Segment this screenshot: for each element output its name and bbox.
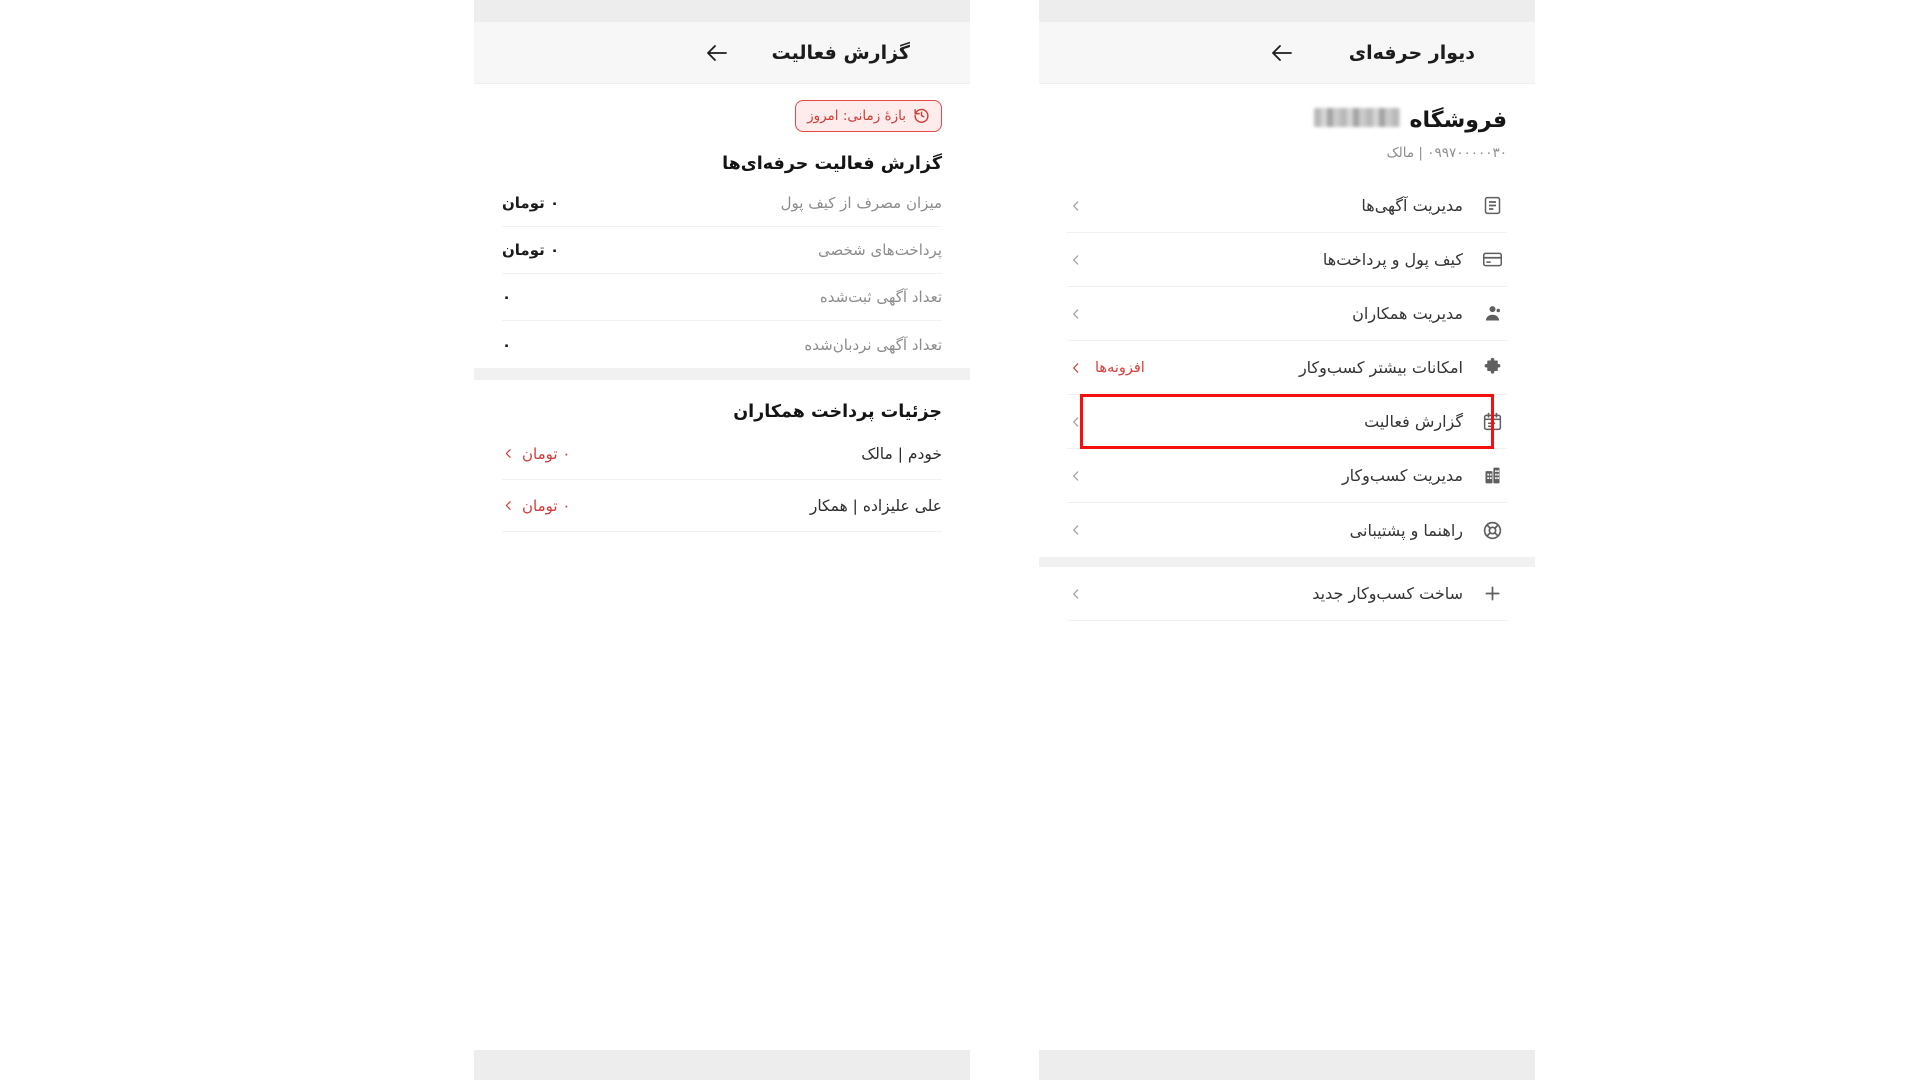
lifebuoy-icon xyxy=(1477,515,1507,545)
document-list-icon xyxy=(1477,191,1507,221)
account-meta: ۰۹۹۷۰۰۰۰۰۳۰ | مالک xyxy=(1386,145,1507,161)
menu-item-create-new-business[interactable]: ساخت کسب‌وکار جدید xyxy=(1067,567,1507,621)
stat-value: ۰ تومان xyxy=(502,241,560,259)
redacted-business-name xyxy=(1313,108,1400,127)
puzzle-piece-icon xyxy=(1477,353,1507,383)
payment-row-name: علی علیزاده | همکار xyxy=(809,496,942,515)
arrow-left-icon[interactable] xyxy=(704,40,730,66)
clock-history-icon xyxy=(913,107,930,124)
payment-row-amount-group: ۰ تومان xyxy=(502,497,570,515)
payment-row-amount: ۰ تومان xyxy=(522,496,571,515)
time-range-chip-label: بازهٔ زمانی: امروز xyxy=(807,107,906,124)
menu-item-label: گزارش فعالیت xyxy=(1364,412,1463,431)
stat-value: ۰ xyxy=(502,335,512,354)
stat-label: تعداد آگهی ثبت‌شده xyxy=(819,288,942,306)
chevron-left-icon xyxy=(1067,469,1085,483)
payment-row-owner[interactable]: خودم | مالک ۰ تومان xyxy=(502,428,942,480)
left-page-title: گزارش فعالیت xyxy=(771,41,910,64)
menu-item-activity-report[interactable]: گزارش فعالیت xyxy=(1067,394,1507,449)
credit-card-icon xyxy=(1477,245,1507,275)
right-phone-panel: دیوار حرفه‌ای فروشگاه ۰۹۹۷۰۰۰۰۰۳۰ | مالک xyxy=(1039,0,1535,1080)
account-header: فروشگاه ۰۹۹۷۰۰۰۰۰۳۰ | مالک xyxy=(1039,84,1535,179)
menu-item-label: راهنما و پشتیبانی xyxy=(1349,520,1463,540)
menu-item-help-support[interactable]: راهنما و پشتیبانی xyxy=(1067,503,1507,557)
account-type-label: فروشگاه xyxy=(1409,108,1508,133)
left-app-bar: گزارش فعالیت xyxy=(474,22,970,84)
card-section-divider xyxy=(474,368,970,380)
status-bar-strip xyxy=(1039,0,1535,22)
menu-item-wallet-payments[interactable]: کیف پول و پرداخت‌ها xyxy=(1067,233,1507,287)
menu-item-manage-ads[interactable]: مدیریت آگهی‌ها xyxy=(1067,179,1507,233)
time-range-chip[interactable]: بازهٔ زمانی: امروز xyxy=(795,100,942,132)
chevron-left-icon xyxy=(1067,199,1085,213)
stat-value: ۰ xyxy=(502,288,512,306)
status-bar-strip xyxy=(474,0,970,22)
chevron-left-icon xyxy=(1067,361,1085,375)
menu-item-label: امکانات بیشتر کسب‌وکار xyxy=(1298,358,1463,377)
stat-row-personal-payments: پرداخت‌های شخصی ۰ تومان xyxy=(502,227,942,274)
time-range-chip-row: بازهٔ زمانی: امروز xyxy=(474,84,970,132)
menu-item-manage-business[interactable]: مدیریت کسب‌وکار xyxy=(1067,449,1507,503)
menu-item-label: مدیریت کسب‌وکار xyxy=(1341,466,1463,485)
stat-label: میزان مصرف از کیف پول xyxy=(780,194,942,212)
chevron-left-icon xyxy=(1067,415,1085,429)
stat-value: ۰ تومان xyxy=(502,194,560,212)
chevron-left-icon xyxy=(502,447,515,460)
menu-item-more-business-features[interactable]: امکانات بیشتر کسب‌وکار افزونه‌ها xyxy=(1067,341,1507,395)
business-menu-list: مدیریت آگهی‌ها کیف پول و پرداخت‌ها xyxy=(1039,179,1535,621)
chevron-left-icon xyxy=(1067,307,1085,321)
colleague-payments-card: جزئیات پرداخت همکاران خودم | مالک ۰ توما… xyxy=(474,380,970,532)
bottom-nav-strip xyxy=(1039,1050,1535,1080)
menu-item-aside-addons[interactable]: افزونه‌ها xyxy=(1095,360,1145,376)
left-phone-panel: گزارش فعالیت بازهٔ زمانی: امروز گزارش فع… xyxy=(474,0,970,1080)
payment-row-colleague[interactable]: علی علیزاده | همکار ۰ تومان xyxy=(502,480,942,532)
account-name-row: فروشگاه xyxy=(1067,108,1507,133)
plus-icon xyxy=(1477,579,1507,609)
right-page-title: دیوار حرفه‌ای xyxy=(1348,41,1475,64)
payment-row-amount-group: ۰ تومان xyxy=(502,445,570,463)
chevron-left-icon xyxy=(1067,253,1085,267)
user-person-icon xyxy=(1477,299,1507,329)
arrow-left-icon[interactable] xyxy=(1269,40,1295,66)
payment-row-amount: ۰ تومان xyxy=(522,444,571,463)
payment-row-name: خودم | مالک xyxy=(861,444,942,463)
chevron-left-icon xyxy=(1067,523,1085,537)
activity-report-title: گزارش فعالیت حرفه‌ای‌ها xyxy=(722,154,942,174)
menu-item-label: مدیریت آگهی‌ها xyxy=(1361,196,1463,215)
menu-item-label: مدیریت همکاران xyxy=(1352,304,1463,323)
menu-section-divider xyxy=(1039,557,1535,567)
screenshot-stage: دیوار حرفه‌ای فروشگاه ۰۹۹۷۰۰۰۰۰۳۰ | مالک xyxy=(0,0,1920,1080)
chevron-left-icon xyxy=(1067,587,1085,601)
stat-row-wallet-usage: میزان مصرف از کیف پول ۰ تومان xyxy=(502,180,942,227)
stat-label: پرداخت‌های شخصی xyxy=(817,241,942,259)
stat-row-registered-ads-count: تعداد آگهی ثبت‌شده ۰ xyxy=(502,274,942,321)
stat-row-promoted-ads-count: تعداد آگهی نردبان‌شده ۰ xyxy=(502,321,942,368)
bottom-nav-strip xyxy=(474,1050,970,1080)
menu-item-manage-colleagues[interactable]: مدیریت همکاران xyxy=(1067,287,1507,341)
stat-label: تعداد آگهی نردبان‌شده xyxy=(804,335,942,354)
chevron-left-icon xyxy=(502,499,515,512)
colleague-payments-title: جزئیات پرداخت همکاران xyxy=(733,402,942,422)
menu-item-label: کیف پول و پرداخت‌ها xyxy=(1322,250,1463,269)
right-app-bar: دیوار حرفه‌ای xyxy=(1039,22,1535,84)
building-icon xyxy=(1477,461,1507,491)
menu-item-label: ساخت کسب‌وکار جدید xyxy=(1312,584,1463,603)
activity-report-card: گزارش فعالیت حرفه‌ای‌ها میزان مصرف از کی… xyxy=(474,132,970,368)
calendar-icon xyxy=(1477,407,1507,437)
